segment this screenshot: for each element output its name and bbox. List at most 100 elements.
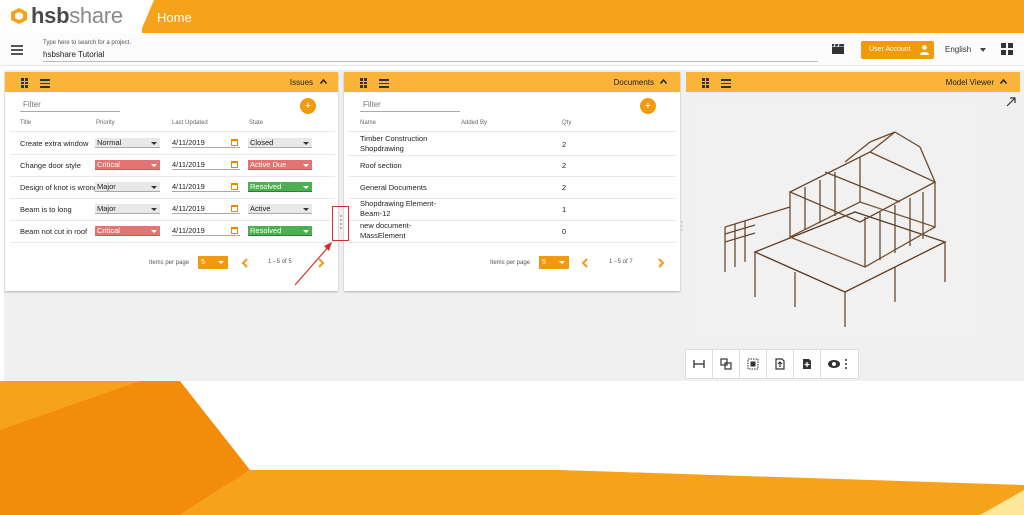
calendar-icon[interactable] — [231, 139, 238, 146]
issues-panel-header: Issues — [5, 72, 338, 92]
panel-splitter[interactable] — [680, 220, 684, 232]
priority-select[interactable]: Critical — [95, 160, 160, 170]
document-name: Roof section — [360, 161, 402, 170]
model-viewport[interactable] — [695, 102, 976, 342]
document-name: General Documents — [360, 183, 427, 192]
date-field[interactable]: 4/11/2019 — [172, 226, 240, 236]
panel-menu-icon[interactable] — [379, 79, 389, 88]
grid-icon[interactable] — [1001, 43, 1013, 55]
date-field[interactable]: 4/11/2019 — [172, 204, 240, 214]
language-select[interactable]: English — [945, 45, 971, 54]
expand-icon[interactable] — [1006, 97, 1016, 107]
panel-menu-icon[interactable] — [721, 79, 731, 88]
document-qty: 2 — [562, 161, 567, 170]
priority-select[interactable]: Major — [95, 182, 160, 192]
document-qty: 2 — [562, 140, 567, 149]
export-button[interactable] — [767, 350, 794, 378]
col-added-by: Added By — [461, 120, 488, 126]
issue-title[interactable]: Design of knot is wrong — [20, 183, 95, 192]
logo-text[interactable]: hsbshare — [31, 3, 123, 29]
items-per-page-select[interactable]: 5 — [539, 256, 569, 269]
add-file-icon — [803, 359, 811, 369]
chevron-left-icon[interactable] — [241, 258, 249, 268]
search-input[interactable]: hsbshare Tutorial — [43, 48, 818, 62]
chevron-up-icon[interactable] — [320, 79, 327, 84]
measure-icon — [693, 360, 705, 368]
issue-title[interactable]: Change door style — [20, 161, 95, 170]
document-name-line2: Beam-12 — [360, 209, 391, 218]
model-viewer-panel: Model Viewer — [686, 72, 1020, 92]
drag-handle-icon[interactable] — [702, 78, 709, 88]
person-icon — [920, 45, 929, 55]
documents-filter-input[interactable]: Filter — [360, 100, 460, 112]
priority-select[interactable]: Normal — [95, 138, 160, 148]
issues-filter-input[interactable]: Filter — [20, 100, 120, 112]
col-qty: Qty — [562, 120, 572, 126]
measure-button[interactable] — [686, 350, 713, 378]
document-qty: 0 — [562, 227, 567, 236]
eye-icon — [828, 359, 847, 369]
drag-handle-icon[interactable] — [21, 78, 28, 88]
chevron-left-icon[interactable] — [581, 258, 589, 268]
issue-title[interactable]: Create extra window — [20, 139, 95, 148]
calendar-icon[interactable] — [231, 183, 238, 190]
logo-icon — [11, 8, 27, 24]
annotation-arrow — [294, 242, 332, 286]
document-name-line2: MassElement — [360, 231, 406, 240]
chevron-down-icon[interactable] — [980, 48, 986, 52]
document-name: new document- — [360, 221, 412, 230]
section-button[interactable] — [713, 350, 740, 378]
page-range: 1 - 5 of 5 — [268, 259, 292, 265]
items-per-page-label: Items per page — [490, 260, 531, 266]
user-account-button[interactable]: User Account — [861, 41, 934, 59]
state-select[interactable]: Active — [248, 204, 312, 214]
priority-select[interactable]: Major — [95, 204, 160, 214]
state-select[interactable]: Closed — [248, 138, 312, 148]
add-document-button[interactable]: + — [640, 98, 656, 114]
clapperboard-icon[interactable] — [832, 44, 844, 54]
issue-title[interactable]: Beam is to long — [20, 205, 95, 214]
documents-title: Documents — [613, 78, 654, 87]
documents-panel-header: Documents — [344, 72, 680, 92]
calendar-icon[interactable] — [231, 161, 238, 168]
select-icon — [747, 358, 759, 370]
document-name-line2: Shopdrawing — [360, 144, 404, 153]
add-issue-button[interactable]: + — [300, 98, 316, 114]
date-field[interactable]: 4/11/2019 — [172, 182, 240, 192]
add-file-button[interactable] — [794, 350, 821, 378]
page-range: 1 - 5 of 7 — [609, 259, 633, 265]
user-account-label: User Account — [869, 46, 911, 53]
col-priority: Priority — [96, 120, 115, 126]
col-state: State — [249, 120, 264, 126]
select-button[interactable] — [740, 350, 767, 378]
calendar-icon[interactable] — [231, 205, 238, 212]
date-field[interactable]: 4/11/2019 — [172, 138, 240, 148]
timber-frame-model — [724, 131, 947, 327]
visibility-button[interactable] — [821, 350, 857, 378]
items-per-page-select[interactable]: 5 — [198, 256, 228, 269]
chevron-up-icon[interactable] — [1000, 79, 1007, 84]
col-name: Name — [360, 120, 377, 126]
date-field[interactable]: 4/11/2019 — [172, 160, 240, 170]
calendar-icon[interactable] — [231, 227, 238, 234]
document-qty: 2 — [562, 183, 567, 192]
issues-panel: Issues Filter + Title Priority Last Upda… — [5, 72, 338, 291]
priority-select[interactable]: Critical — [95, 226, 160, 236]
drag-handle-icon[interactable] — [360, 78, 367, 88]
viewer-toolbar — [685, 349, 859, 379]
documents-panel: Documents Filter + Name Added By Qty Tim… — [344, 72, 680, 291]
col-title: Title — [20, 120, 32, 126]
items-per-page-label: Items per page — [149, 260, 190, 266]
menu-icon[interactable] — [11, 45, 23, 55]
document-name: Shopdrawing Element- — [360, 199, 436, 208]
document-name: Timber Construction — [360, 134, 428, 143]
chevron-up-icon[interactable] — [660, 79, 667, 84]
page-title: Home — [157, 10, 192, 25]
issue-title[interactable]: Beam not cut in roof — [20, 227, 95, 236]
state-select[interactable]: Active Due — [248, 160, 312, 170]
export-icon — [775, 358, 785, 370]
panel-menu-icon[interactable] — [40, 79, 50, 88]
state-select[interactable]: Resolved — [248, 182, 312, 192]
chevron-right-icon[interactable] — [657, 258, 665, 268]
document-qty: 1 — [562, 205, 567, 214]
